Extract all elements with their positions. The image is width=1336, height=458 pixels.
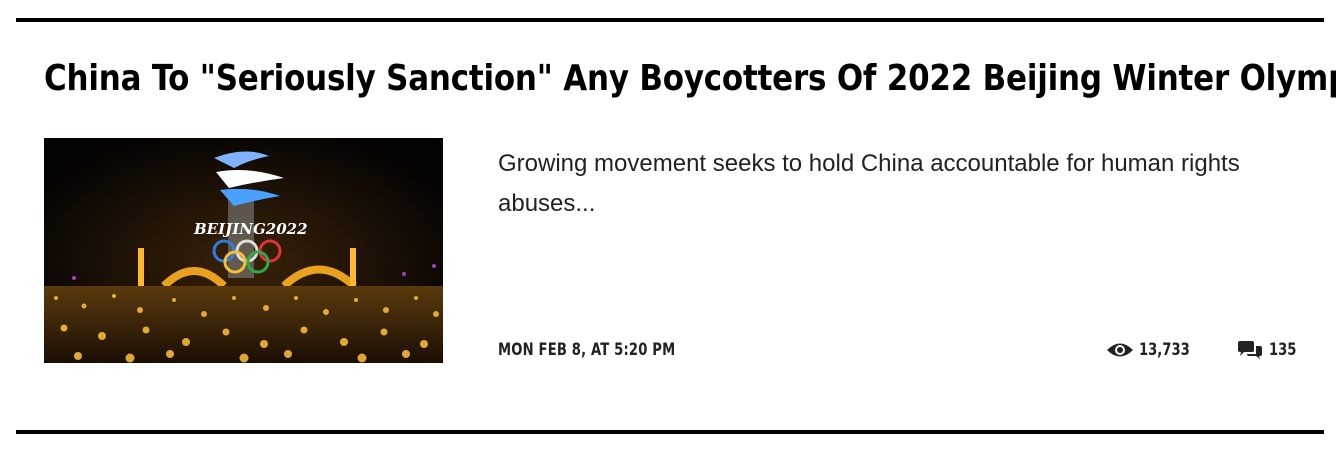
article-excerpt: Growing movement seeks to hold China acc… bbox=[498, 150, 1240, 217]
view-count-value: 13,733 bbox=[1139, 340, 1190, 360]
comment-count[interactable]: 135 bbox=[1236, 340, 1301, 360]
top-divider bbox=[16, 18, 1324, 22]
thumbnail-logo-text: BEIJING2022 bbox=[193, 220, 308, 238]
eye-icon bbox=[1106, 341, 1134, 359]
article-date: MON FEB 8, AT 5:20 PM bbox=[498, 340, 676, 360]
bottom-divider bbox=[16, 430, 1324, 434]
view-count: 13,733 bbox=[1106, 340, 1198, 360]
comment-count-value: 135 bbox=[1269, 340, 1297, 360]
article-thumbnail[interactable]: BEIJING2022 bbox=[44, 138, 443, 363]
comments-icon bbox=[1236, 340, 1264, 360]
article-headline[interactable]: China To "Seriously Sanction" Any Boycot… bbox=[44, 55, 1336, 103]
